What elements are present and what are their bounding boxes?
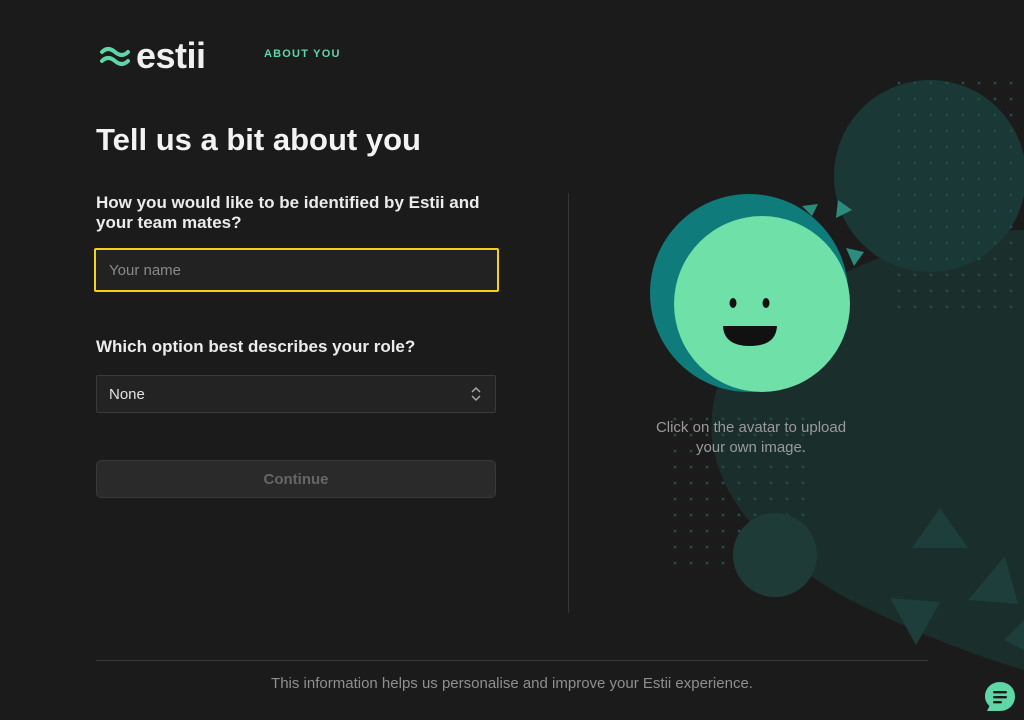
name-question-label: How you would like to be identified by E… [96, 193, 480, 232]
background-decoration [668, 80, 1024, 670]
step-label: ABOUT YOU [264, 48, 341, 60]
role-question-label: Which option best describes your role? [96, 337, 416, 356]
vertical-divider [568, 193, 569, 613]
continue-button[interactable]: Continue [96, 460, 496, 498]
avatar-hint: Click on the avatar to upload your own i… [655, 419, 847, 456]
avatar-right-eye [762, 298, 770, 308]
name-input[interactable] [94, 248, 499, 292]
role-select-value: None [109, 385, 145, 403]
onboarding-page: estii ABOUT YOU Tell us a bit about you … [0, 0, 1024, 720]
bg-circle-small [733, 513, 817, 597]
avatar-upload[interactable] [650, 192, 852, 394]
smiley-face-icon [674, 216, 850, 392]
chevron-updown-icon [471, 386, 481, 402]
estii-logo[interactable]: estii [100, 38, 206, 74]
role-select[interactable]: None [96, 375, 496, 413]
footer-divider [96, 660, 928, 661]
wave-icon [100, 47, 130, 66]
chat-bubble-icon[interactable] [984, 681, 1016, 713]
logo-text: estii [136, 35, 206, 76]
avatar-left-eye [729, 298, 737, 308]
footer-text: This information helps us personalise an… [271, 675, 753, 692]
bg-dot-grid-top [890, 80, 1024, 320]
page-title: Tell us a bit about you [96, 122, 421, 157]
